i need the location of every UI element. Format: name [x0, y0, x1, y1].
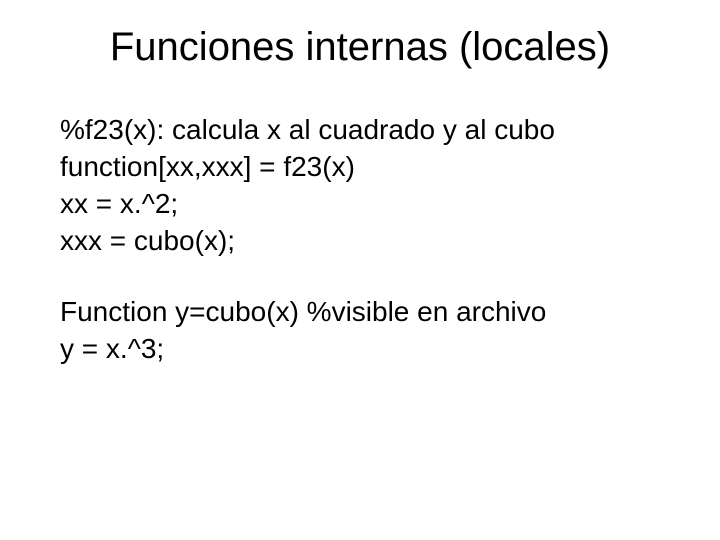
slide: Funciones internas (locales) %f23(x): ca…: [0, 0, 720, 540]
code-line: Function y=cubo(x) %visible en archivo: [60, 294, 660, 329]
code-line: xxx = cubo(x);: [60, 223, 660, 258]
code-line: y = x.^3;: [60, 331, 660, 366]
code-line: %f23(x): calcula x al cuadrado y al cubo: [60, 112, 660, 147]
code-line: xx = x.^2;: [60, 186, 660, 221]
blank-line: [60, 260, 660, 294]
code-line: function[xx,xxx] = f23(x): [60, 149, 660, 184]
slide-body: %f23(x): calcula x al cuadrado y al cubo…: [60, 112, 660, 368]
slide-title: Funciones internas (locales): [0, 25, 720, 70]
